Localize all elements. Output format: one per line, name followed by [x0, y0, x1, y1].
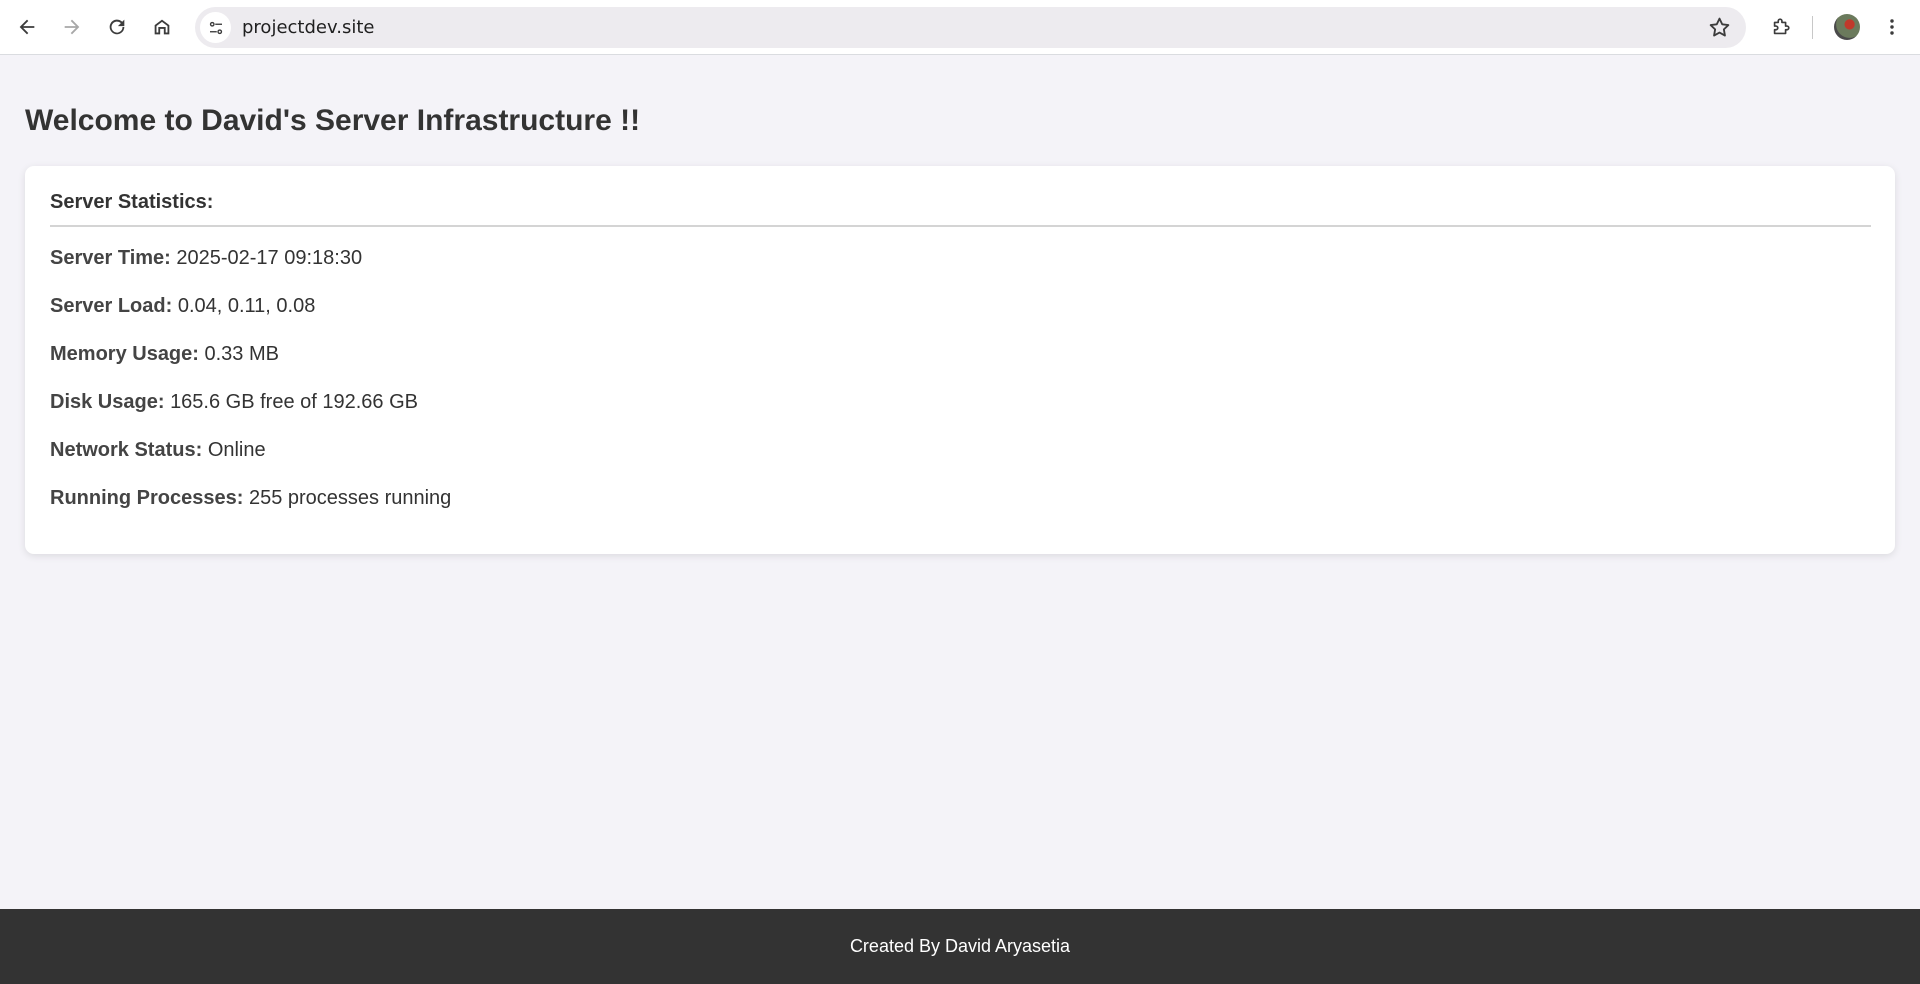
forward-button[interactable]	[55, 10, 89, 44]
stats-heading: Server Statistics:	[50, 191, 214, 213]
reload-icon	[109, 19, 125, 35]
back-arrow-icon	[19, 19, 35, 35]
browser-menu-button[interactable]	[1875, 10, 1909, 44]
stat-label: Network Status:	[50, 439, 203, 461]
toolbar-separator	[1812, 16, 1813, 39]
server-stats-card: Server Statistics: Server Time: 2025-02-…	[25, 166, 1895, 554]
site-info-icon	[209, 21, 222, 34]
address-bar[interactable]: projectdev.site	[195, 7, 1746, 48]
stat-row-disk-usage: Disk Usage: 165.6 GB free of 192.66 GB	[50, 391, 418, 414]
puzzle-icon	[1773, 18, 1790, 35]
profile-avatar[interactable]	[1834, 14, 1860, 40]
stat-value: 255 processes running	[248, 487, 452, 509]
star-icon	[1709, 17, 1730, 37]
back-button[interactable]	[10, 10, 44, 44]
page-title: Welcome to David's Server Infrastructure…	[25, 104, 641, 137]
stat-row-running-processes: Running Processes: 255 processes running	[50, 487, 451, 510]
stat-value: 2025-02-17 09:18:30	[176, 247, 363, 269]
stat-value: 0.04, 0.11, 0.08	[177, 295, 316, 317]
stat-row-network-status: Network Status: Online	[50, 439, 266, 462]
url-text[interactable]: projectdev.site	[242, 7, 374, 48]
stat-label: Server Time:	[50, 247, 171, 269]
stat-label: Server Load:	[50, 295, 173, 317]
extensions-button[interactable]	[1764, 10, 1798, 44]
stats-divider	[50, 225, 1871, 227]
reload-button[interactable]	[100, 10, 134, 44]
stat-value: 165.6 GB free of 192.66 GB	[170, 391, 419, 413]
footer-text: Created By David Aryasetia	[849, 936, 1071, 956]
bookmark-button[interactable]	[1707, 15, 1732, 40]
kebab-menu-icon	[1890, 19, 1894, 35]
stat-label: Memory Usage:	[50, 343, 199, 365]
stat-value: 0.33 MB	[204, 343, 279, 365]
browser-toolbar: projectdev.site	[0, 0, 1920, 55]
stat-value: Online	[207, 439, 266, 461]
page-footer: Created By David Aryasetia	[0, 909, 1920, 984]
stat-row-server-load: Server Load: 0.04, 0.11, 0.08	[50, 295, 315, 318]
home-icon	[154, 19, 170, 35]
stat-row-memory-usage: Memory Usage: 0.33 MB	[50, 343, 279, 366]
site-info-button[interactable]	[200, 12, 231, 43]
forward-arrow-icon	[64, 19, 80, 35]
stat-row-server-time: Server Time: 2025-02-17 09:18:30	[50, 247, 362, 270]
stat-label: Running Processes:	[50, 487, 244, 509]
stat-label: Disk Usage:	[50, 391, 165, 413]
home-button[interactable]	[145, 10, 179, 44]
